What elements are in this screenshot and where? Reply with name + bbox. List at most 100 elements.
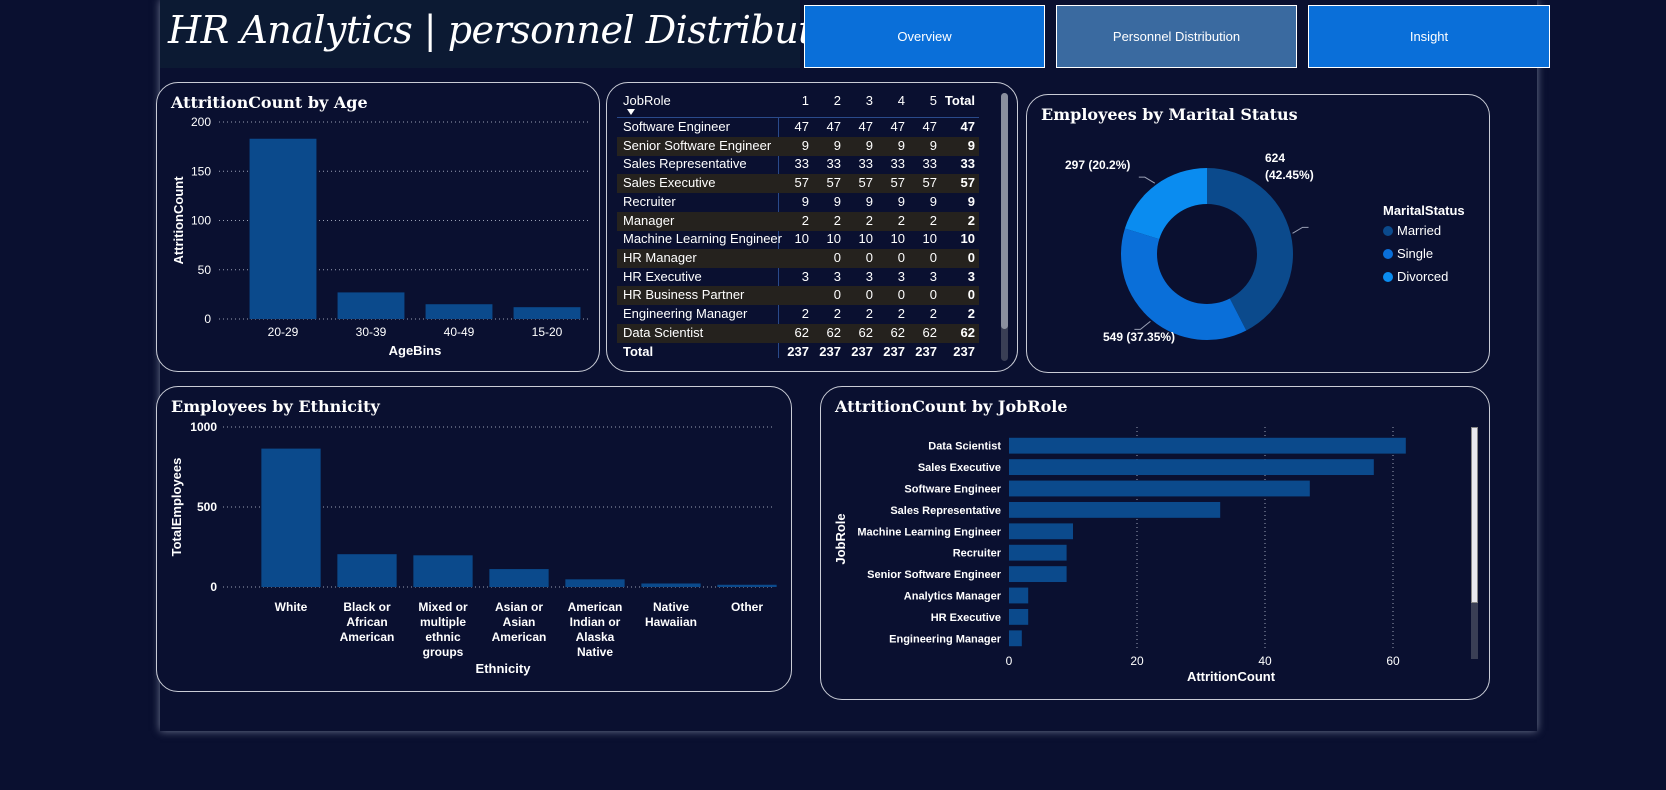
eth-x-axis-title: Ethnicity: [476, 661, 532, 676]
table-cell-value: 10: [890, 231, 905, 247]
table-cell-value: 10: [922, 231, 937, 247]
table-cell-value: 62: [858, 324, 873, 340]
table-row: Recruiter 9 9 9 9 9 9: [617, 193, 979, 212]
table-cell-value: 3: [897, 268, 905, 284]
age-y-tick-label: 100: [191, 214, 211, 228]
table-scrollbar-thumb[interactable]: [1001, 93, 1008, 329]
table-total-value: 237: [851, 344, 873, 359]
jr-y-tick-label: Analytics Manager: [904, 591, 1002, 603]
table-cell-value: 3: [801, 268, 809, 284]
title-bar: HR Analytics | personnel Distribution: [160, 0, 872, 68]
table-cell-value: 2: [865, 212, 873, 228]
age-x-tick-label: 30-39: [356, 325, 387, 339]
table-cell-value: 3: [929, 268, 937, 284]
table-total-value: 237: [819, 344, 841, 359]
eth-x-tick-label: ethnic: [425, 630, 461, 644]
table-header-jobrole: JobRole: [623, 93, 671, 108]
table-cell-value: 47: [890, 119, 905, 134]
table-cell-total: 57: [960, 175, 975, 191]
table-cell-value: 33: [794, 156, 809, 172]
eth-x-tick-label: Alaska: [576, 630, 615, 644]
table-cell-total: 3: [967, 268, 975, 284]
table-cell-value: 9: [801, 137, 809, 153]
table-row: HR Manager 0 0 0 0 0: [617, 248, 979, 268]
jr-y-tick-label: Senior Software Engineer: [867, 569, 1002, 581]
jr-bar: [1009, 608, 1029, 625]
eth-x-tick-label: groups: [423, 645, 464, 659]
table-row: Manager 2 2 2 2 2 2: [617, 211, 979, 231]
dashboard-canvas: HR Analytics | personnel Distribution Ov…: [156, 0, 1550, 731]
legend-item-married[interactable]: Married: [1383, 223, 1441, 238]
attrition-by-age-chart: 0 50 100 150 200 20-29 30-39 40-49 15-20 AgeBins A…: [171, 115, 591, 358]
eth-y-tick-label: 1000: [190, 420, 217, 434]
table-cell-value: 57: [794, 175, 809, 191]
chart-scrollbar[interactable]: [1471, 427, 1478, 659]
jr-bar: [1009, 566, 1067, 583]
eth-bar: [489, 569, 549, 587]
table-cell-total: 0: [967, 287, 975, 303]
chart-scrollbar-thumb[interactable]: [1471, 427, 1478, 603]
table-header-col: 2: [833, 93, 841, 108]
table-cell-jobrole: Sales Executive: [623, 175, 716, 191]
jr-bar: [1009, 587, 1029, 604]
table-cell-value: 9: [865, 137, 873, 153]
table-cell-total: 2: [967, 306, 975, 321]
eth-bar: [337, 554, 397, 587]
jr-bar: [1009, 459, 1374, 476]
table-cell-value: 2: [801, 212, 809, 228]
table-cell-value: 9: [833, 193, 841, 209]
attrition-by-age-panel: AttritionCount by Age 0 50 100 150 200 20-29 3…: [156, 82, 600, 372]
married-data-label: (42.45%): [1265, 168, 1314, 182]
table-cell-value: 2: [801, 306, 809, 321]
table-cell-value: 2: [865, 306, 873, 321]
age-x-axis-title: AgeBins: [389, 343, 442, 358]
table-cell-jobrole: Software Engineer: [623, 119, 730, 134]
age-y-tick-label: 50: [198, 263, 212, 277]
employees-by-ethnicity-panel: Employees by Ethnicity 0 500 1000 White Blac…: [156, 386, 792, 692]
table-header-col: 1: [801, 93, 809, 108]
table-header-total: Total: [944, 93, 975, 108]
table-cell-value: 57: [890, 175, 905, 191]
age-y-tick-label: 0: [204, 312, 211, 326]
table-cell-total: 0: [967, 249, 975, 265]
table-cell-value: 62: [922, 324, 937, 340]
table-row: Machine Learning Engineer 10 10 10 10 10 10: [617, 230, 979, 249]
eth-bar: [717, 584, 777, 587]
table-cell-value: 10: [826, 231, 841, 247]
jr-bar: [1009, 501, 1221, 518]
nav-personnel-distribution-button[interactable]: Personnel Distribution: [1056, 5, 1297, 68]
table-cell-value: 62: [890, 324, 905, 340]
table-cell-value: 0: [897, 287, 905, 303]
eth-x-tick-label: African: [346, 615, 387, 629]
eth-y-tick-label: 0: [210, 580, 217, 594]
eth-bar: [413, 555, 473, 587]
table-cell-value: 57: [826, 175, 841, 191]
table-cell-value: 62: [826, 324, 841, 340]
single-leader-line: [1134, 320, 1151, 330]
table-cell-total: 9: [967, 193, 975, 209]
table-cell-jobrole: Sales Representative: [623, 156, 747, 172]
nav-insight-button[interactable]: Insight: [1308, 5, 1550, 68]
age-x-tick-label: 20-29: [268, 325, 299, 339]
age-x-tick-label: 40-49: [444, 325, 475, 339]
nav-overview-button[interactable]: Overview: [804, 5, 1045, 68]
legend-item-divorced[interactable]: Divorced: [1383, 269, 1448, 284]
jr-y-tick-label: Sales Executive: [918, 462, 1001, 474]
table-cell-value: 33: [890, 156, 905, 172]
age-y-axis-title: AttritionCount: [171, 176, 186, 265]
table-row: Sales Executive 57 57 57 57 57 57: [617, 174, 979, 194]
table-cell-jobrole: HR Manager: [623, 249, 697, 265]
table-cell-value: 0: [865, 249, 873, 265]
eth-x-tick-label: multiple: [420, 615, 466, 629]
table-row: Senior Software Engineer 9 9 9 9 9 9: [617, 136, 979, 156]
attrition-by-jobrole-chart: 0 20 40 60 Data Scientist Sales Executive Soft…: [833, 427, 1406, 684]
table-scrollbar[interactable]: [1001, 93, 1008, 361]
table-cell-value: 3: [833, 268, 841, 284]
eth-x-tick-label: Native: [653, 600, 689, 614]
legend-item-single[interactable]: Single: [1383, 246, 1433, 261]
table-total-label: Total: [623, 344, 654, 359]
jr-y-tick-label: Machine Learning Engineer: [857, 526, 1001, 538]
table-body: Software Engineer 47 47 47 47 47 47 Senior Soft…: [617, 118, 979, 344]
table-total-value: 237: [787, 344, 809, 359]
married-leader-line: [1292, 226, 1309, 234]
